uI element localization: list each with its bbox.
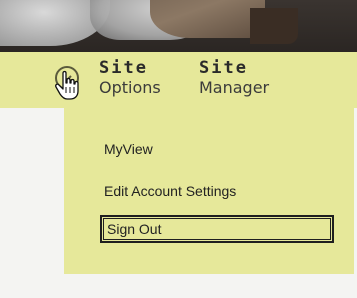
menu-item-sign-out[interactable]: Sign Out [100, 215, 334, 243]
site-manager-menu-button[interactable]: Site Manager [195, 58, 285, 104]
site-manager-label-line1: Site [199, 58, 248, 78]
site-options-menu-button[interactable]: Site Options [53, 58, 185, 104]
hand-pointer-icon [54, 69, 82, 101]
menu-item-edit-account-settings[interactable]: Edit Account Settings [104, 183, 236, 199]
site-options-dropdown: MyView Edit Account Settings Sign Out [64, 107, 354, 274]
header-banner-image [0, 0, 357, 52]
page-background [0, 275, 357, 298]
site-options-label-line2: Options [99, 78, 161, 97]
site-options-label-line1: Site [99, 58, 148, 78]
site-manager-label-line2: Manager [199, 78, 270, 97]
banner-boot [150, 0, 265, 38]
banner-boot-heel [250, 8, 298, 44]
menu-item-myview[interactable]: MyView [104, 141, 153, 157]
